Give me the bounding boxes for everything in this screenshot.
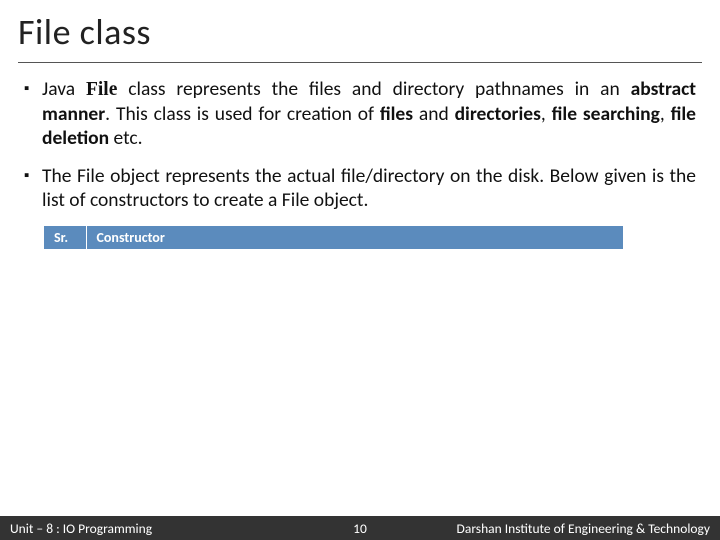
table-wrap: Sr. Constructor <box>44 226 696 249</box>
th-constructor: Constructor <box>86 226 624 249</box>
bullet-marker-icon: ▪ <box>24 77 42 150</box>
footer: Unit – 8 : IO Programming 10 Darshan Ins… <box>0 516 720 540</box>
bullet-text: The File object represents the actual fi… <box>42 164 696 212</box>
slide: File class ▪Java File class represents t… <box>0 0 720 540</box>
body: ▪Java File class represents the files an… <box>0 63 720 212</box>
th-sr: Sr. <box>44 226 86 249</box>
footer-institute: Darshan Institute of Engineering & Techn… <box>457 520 720 537</box>
constructor-table: Sr. Constructor <box>44 226 624 249</box>
bullet-item: ▪The File object represents the actual f… <box>24 164 696 212</box>
table-header-row: Sr. Constructor <box>44 226 624 249</box>
page-title: File class <box>18 10 702 54</box>
bullet-text: Java File class represents the files and… <box>42 77 696 150</box>
bullet-item: ▪Java File class represents the files an… <box>24 77 696 150</box>
bullet-marker-icon: ▪ <box>24 164 42 212</box>
footer-unit: Unit – 8 : IO Programming <box>0 520 152 537</box>
title-area: File class <box>0 0 720 58</box>
footer-page-number: 10 <box>353 520 367 537</box>
